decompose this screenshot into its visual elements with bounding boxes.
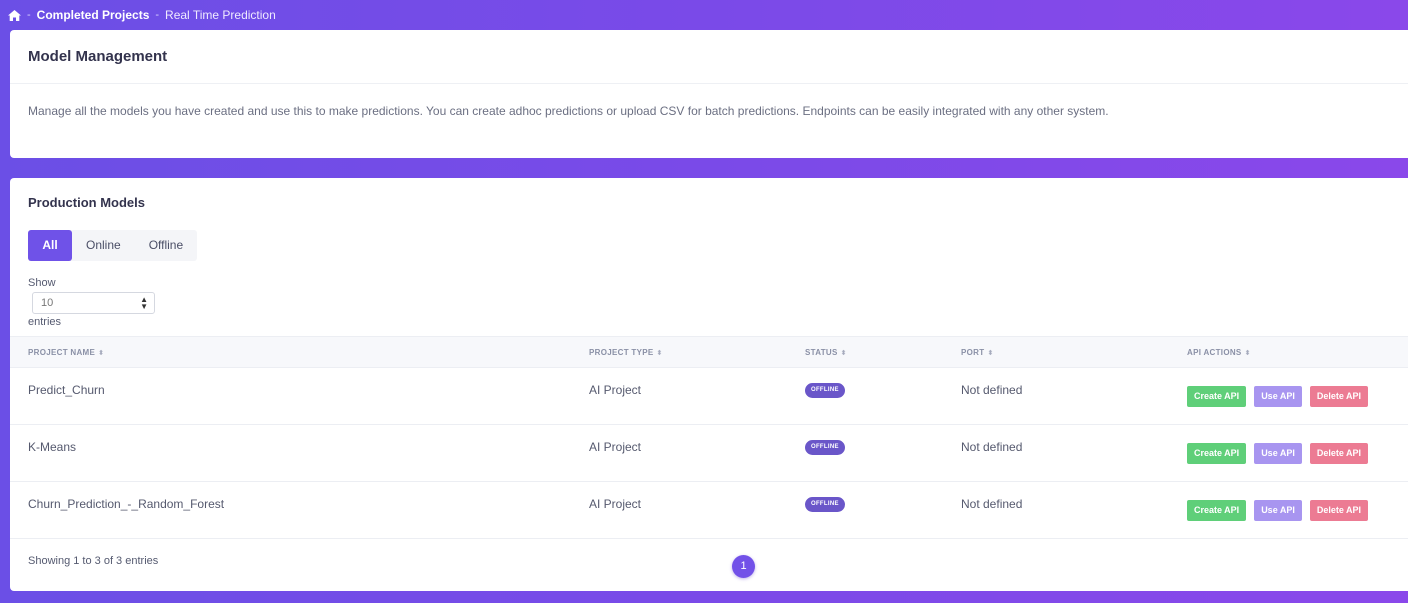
create-api-button[interactable]: Create API [1187, 443, 1247, 464]
row-actions: Create API Use API Delete API [1187, 500, 1369, 521]
project-name: Churn_Prediction_-_Random_Forest [28, 497, 225, 511]
home-icon[interactable] [8, 9, 21, 21]
project-name: K-Means [28, 440, 77, 454]
column-header-port[interactable]: PORT ⬍ [961, 337, 994, 368]
table-info: Showing 1 to 3 of 3 entries [28, 555, 159, 567]
row-actions: Create API Use API Delete API [1187, 386, 1369, 407]
table-row: K-Means AI Project OFFLINE Not defined C… [10, 425, 1408, 482]
project-type: AI Project [589, 383, 642, 397]
page-description: Manage all the models you have created a… [28, 104, 1109, 118]
project-type: AI Project [589, 440, 642, 454]
sort-icon: ⬍ [656, 350, 663, 357]
page-size-value: 10 [41, 297, 54, 309]
filter-tabs: All Online Offline [28, 230, 198, 261]
column-header-api-actions[interactable]: API ACTIONS ⬍ [1187, 337, 1251, 368]
use-api-button[interactable]: Use API [1254, 386, 1302, 407]
sort-icon: ⬍ [98, 350, 105, 357]
tab-offline[interactable]: Offline [135, 230, 197, 261]
page-title: Model Management [28, 48, 168, 65]
column-header-project-name[interactable]: PROJECT NAME ⬍ [28, 337, 104, 368]
section-title: Production Models [28, 195, 145, 210]
entries-label: entries [28, 316, 62, 328]
port-value: Not defined [961, 440, 1023, 454]
sort-icon: ⬍ [840, 350, 847, 357]
models-table: PROJECT NAME ⬍ PROJECT TYPE ⬍ STATUS ⬍ PORT… [10, 336, 1408, 539]
delete-api-button[interactable]: Delete API [1309, 500, 1369, 521]
breadcrumb-completed-projects[interactable]: Completed Projects [37, 8, 150, 22]
delete-api-button[interactable]: Delete API [1309, 386, 1369, 407]
show-label: Show [28, 277, 56, 289]
column-header-status[interactable]: STATUS ⬍ [805, 337, 847, 368]
divider [10, 83, 1408, 84]
row-actions: Create API Use API Delete API [1187, 443, 1369, 464]
sort-icon: ⬍ [1244, 350, 1251, 357]
production-models-card: Production Models All Online Offline Sho… [10, 178, 1408, 591]
status-badge: OFFLINE [805, 440, 845, 455]
page-size-select[interactable]: 10 ▲ ▼ [32, 292, 155, 314]
column-header-project-type[interactable]: PROJECT TYPE ⬍ [589, 337, 663, 368]
tab-all[interactable]: All [28, 230, 72, 261]
delete-api-button[interactable]: Delete API [1309, 443, 1369, 464]
model-management-card: Model Management Manage all the models y… [10, 30, 1408, 158]
sort-icon: ⬍ [987, 350, 994, 357]
port-value: Not defined [961, 497, 1023, 511]
breadcrumb-separator: - [155, 9, 160, 21]
status-badge: OFFLINE [805, 497, 845, 512]
port-value: Not defined [961, 383, 1023, 397]
create-api-button[interactable]: Create API [1187, 386, 1247, 407]
table-row: Churn_Prediction_-_Random_Forest AI Proj… [10, 482, 1408, 539]
table-row: Predict_Churn AI Project OFFLINE Not def… [10, 368, 1408, 425]
project-name: Predict_Churn [28, 383, 105, 397]
project-type: AI Project [589, 497, 642, 511]
create-api-button[interactable]: Create API [1187, 500, 1247, 521]
status-badge: OFFLINE [805, 383, 845, 398]
table-header: PROJECT NAME ⬍ PROJECT TYPE ⬍ STATUS ⬍ PORT… [10, 336, 1408, 368]
breadcrumb: - Completed Projects - Real Time Predict… [8, 6, 276, 24]
breadcrumb-real-time-prediction: Real Time Prediction [165, 8, 276, 22]
use-api-button[interactable]: Use API [1254, 443, 1302, 464]
tab-online[interactable]: Online [72, 230, 135, 261]
breadcrumb-separator: - [27, 9, 31, 21]
pagination-page-1[interactable]: 1 [732, 555, 755, 578]
use-api-button[interactable]: Use API [1254, 500, 1302, 521]
select-arrows-icon: ▲ ▼ [140, 295, 148, 311]
